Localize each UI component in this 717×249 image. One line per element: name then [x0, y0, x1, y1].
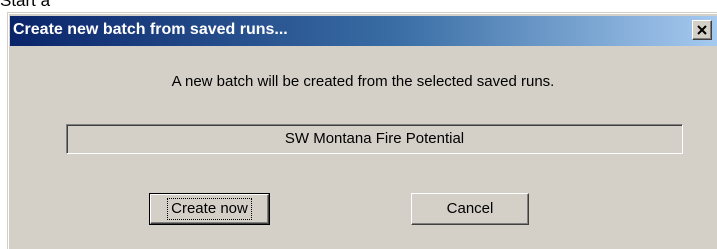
dialog-title: Create new batch from saved runs...	[13, 21, 288, 38]
create-now-button[interactable]: Create now	[149, 193, 270, 225]
cancel-label: Cancel	[446, 200, 494, 217]
create-now-label: Create now	[167, 198, 252, 220]
close-icon	[697, 25, 707, 35]
background-window-text: Start a	[0, 0, 51, 10]
title-bar[interactable]: Create new batch from saved runs...	[10, 16, 717, 46]
batch-name-field: SW Montana Fire Potential	[66, 124, 683, 154]
cancel-button[interactable]: Cancel	[411, 193, 529, 225]
dialog-message: A new batch will be created from the sel…	[171, 73, 555, 90]
screen: Start a Create new batch from saved runs…	[0, 0, 717, 249]
close-button[interactable]	[692, 20, 712, 40]
batch-name-value: SW Montana Fire Potential	[284, 130, 465, 147]
create-batch-dialog: Create new batch from saved runs... A ne…	[7, 12, 717, 249]
